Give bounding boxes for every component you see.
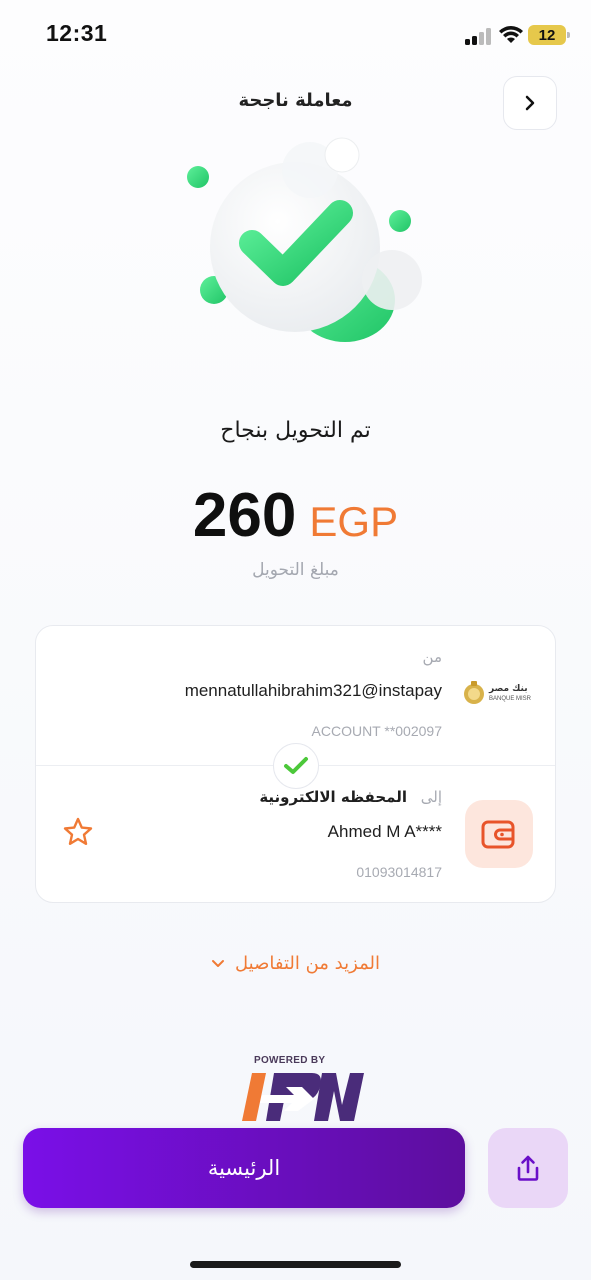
powered-by-logo: POWERED BY: [232, 1055, 367, 1135]
success-message: تم التحويل بنجاح: [220, 418, 371, 443]
share-icon: [517, 1155, 539, 1181]
amount-currency: EGP: [309, 498, 399, 545]
wallet-icon: [481, 820, 515, 849]
success-check-illustration: [187, 137, 422, 342]
back-button[interactable]: [503, 76, 557, 130]
from-account-number: ACCOUNT **002097: [311, 723, 442, 739]
share-button[interactable]: [488, 1128, 568, 1208]
status-time: 12:31: [46, 20, 108, 46]
wallet-icon-container: [465, 800, 533, 868]
signal-icon: [465, 27, 493, 45]
check-icon: [284, 757, 308, 774]
transfer-amount: 260 EGP: [0, 480, 591, 551]
amount-label: مبلغ التحويل: [252, 560, 339, 580]
from-instapay-handle: mennatullahibrahim321@instapay: [184, 681, 442, 700]
more-details-toggle[interactable]: المزيد من التفاصيل: [0, 953, 591, 974]
status-bar: 12:31 12: [0, 0, 591, 70]
powered-by-label: POWERED BY: [254, 1055, 326, 1066]
chevron-right-icon: [525, 95, 535, 111]
transfer-details-card: من mennatullahibrahim321@instapay ACCOUN…: [35, 625, 556, 903]
amount-value: 260: [192, 481, 297, 550]
bank-emblem-icon: [464, 681, 484, 704]
home-button[interactable]: الرئيسية: [23, 1128, 465, 1208]
battery-indicator: 12: [528, 25, 570, 45]
to-wallet-type: المحفظه الالكترونية: [259, 788, 407, 806]
home-button-label: الرئيسية: [207, 1156, 281, 1180]
bank-logo-subtext: BANQUE MISR: [489, 695, 532, 702]
verified-check-badge: [273, 743, 319, 789]
bank-logo-text: بنك مصر: [489, 683, 528, 694]
ipn-logo-icon: [242, 1073, 364, 1121]
recipient-name: Ahmed M A****: [327, 822, 442, 841]
bank-misr-logo: بنك مصر BANQUE MISR: [463, 678, 533, 708]
more-details-label: المزيد من التفاصيل: [235, 953, 380, 974]
wifi-icon: [499, 26, 523, 43]
home-indicator: [190, 1261, 401, 1268]
favorite-star-icon[interactable]: [62, 816, 94, 848]
from-label: من: [422, 648, 442, 666]
recipient-phone: 01093014817: [356, 864, 442, 880]
to-label: إلى: [420, 788, 442, 806]
chevron-down-icon: [212, 959, 225, 967]
